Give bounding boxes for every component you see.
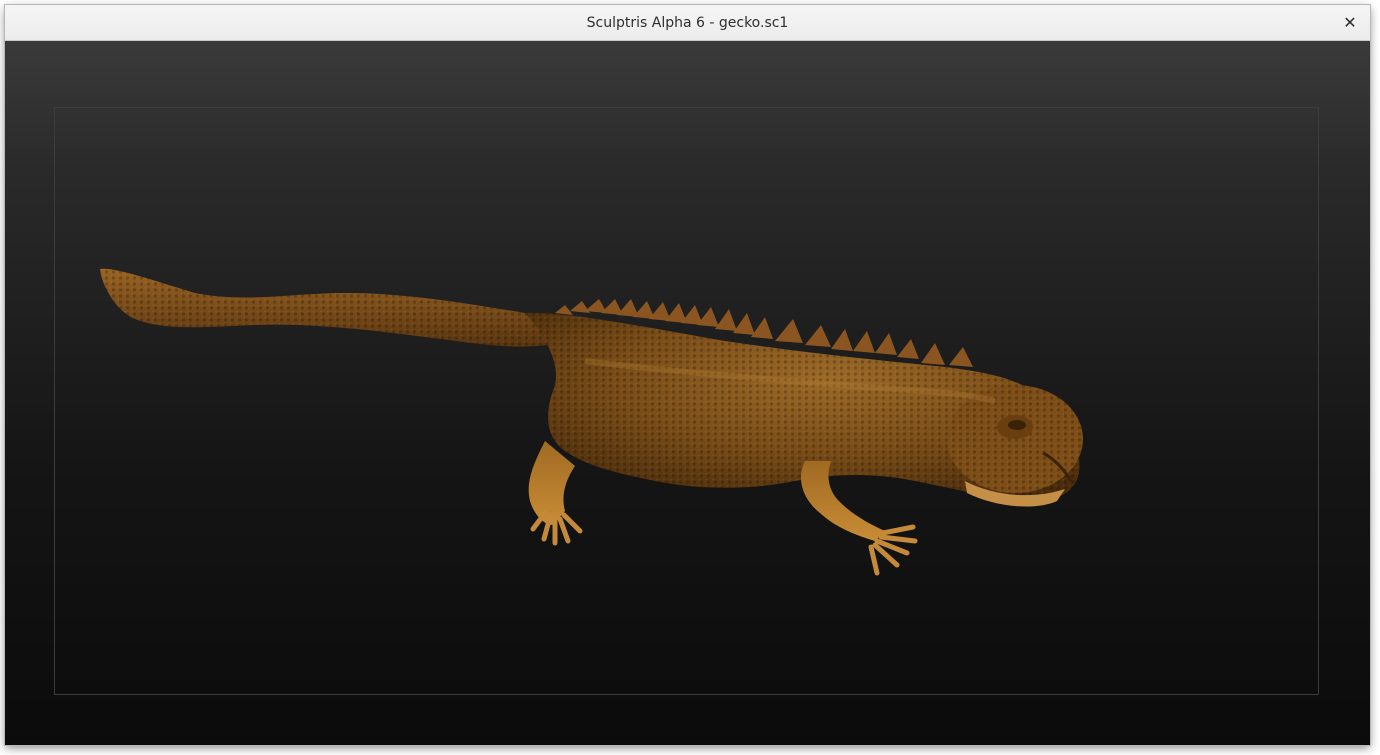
app-window: Sculptris Alpha 6 - gecko.sc1 ✕ xyxy=(5,5,1370,745)
window-title: Sculptris Alpha 6 - gecko.sc1 xyxy=(586,15,789,31)
gecko-hind-foot xyxy=(530,510,583,546)
gecko-model[interactable] xyxy=(5,41,1370,745)
title-bar[interactable]: Sculptris Alpha 6 - gecko.sc1 ✕ xyxy=(5,5,1370,41)
gecko-hind-leg xyxy=(528,441,575,525)
sculpt-viewport[interactable] xyxy=(5,41,1370,745)
close-button[interactable]: ✕ xyxy=(1338,11,1362,35)
